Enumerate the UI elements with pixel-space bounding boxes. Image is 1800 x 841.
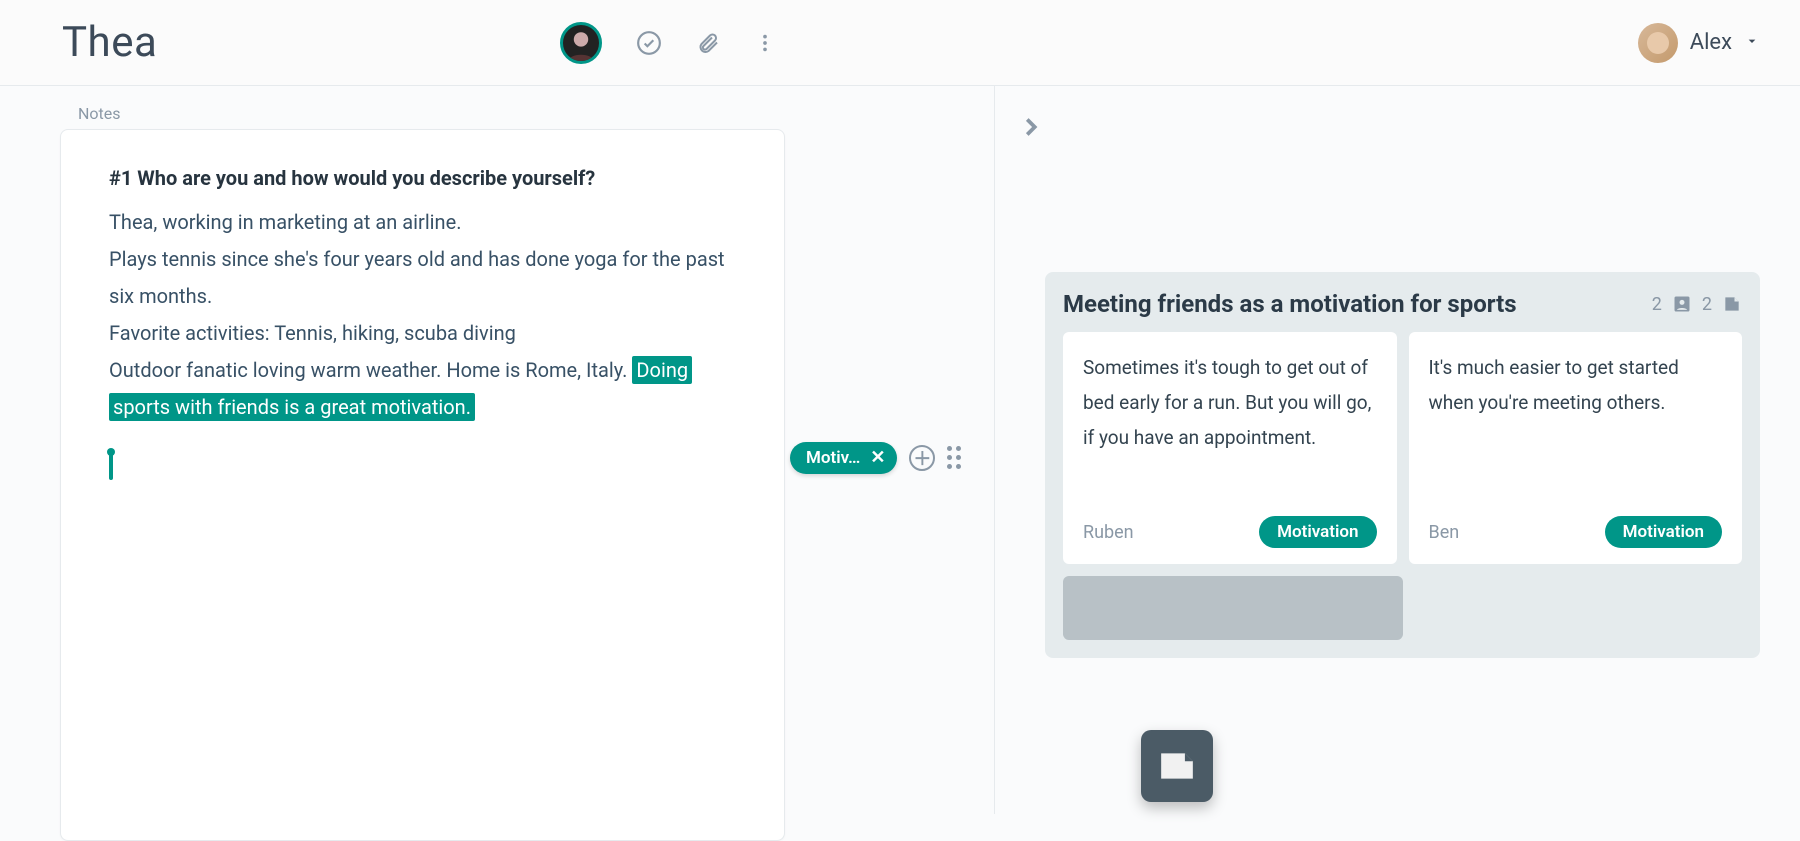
cluster-counts: 2 2 [1652,294,1742,315]
insight-text: It's much easier to get started when you… [1429,350,1723,500]
insight-cluster: Meeting friends as a motivation for spor… [1045,272,1760,658]
note-heading: #1 Who are you and how would you describ… [109,166,736,190]
text-caret [109,450,113,480]
cluster-header: Meeting friends as a motivation for spor… [1063,290,1742,318]
insight-card[interactable]: It's much easier to get started when you… [1409,332,1743,564]
check-circle-icon[interactable] [636,30,662,56]
remove-tag-icon[interactable]: ✕ [870,449,885,467]
insight-tag[interactable]: Motivation [1259,516,1376,548]
page-title: Thea [62,18,157,67]
insight-tag[interactable]: Motivation [1605,516,1722,548]
doc-count: 2 [1702,294,1712,315]
drop-zone[interactable] [1063,576,1403,640]
people-count: 2 [1652,294,1662,315]
add-tag-button[interactable]: ＋ [909,445,935,471]
app-header: Thea Alex [0,0,1800,86]
note-line: Thea, working in marketing at an airline… [109,210,461,234]
main-layout: Notes #1 Who are you and how would you d… [0,86,1800,814]
chevron-down-icon [1744,30,1760,55]
notes-column: Notes #1 Who are you and how would you d… [0,86,995,814]
insight-cards-row: Sometimes it's tough to get out of bed e… [1063,332,1742,564]
drag-handle-icon[interactable] [947,446,962,470]
insights-column: Meeting friends as a motivation for spor… [995,86,1800,814]
notes-section-label: Notes [78,104,994,123]
insight-author: Ben [1429,522,1460,543]
user-name: Alex [1690,30,1732,55]
note-line: Plays tennis since she's four years old … [109,247,725,308]
header-toolbar [560,22,776,64]
highlighted-text[interactable]: Doing [632,356,692,384]
note-card[interactable]: #1 Who are you and how would you describ… [60,129,785,841]
dragging-note-chip[interactable] [1141,730,1213,802]
user-avatar [1638,23,1678,63]
note-line: Outdoor fanatic loving warm weather. Hom… [109,358,632,382]
insight-card[interactable]: Sometimes it's tough to get out of bed e… [1063,332,1397,564]
note-line: Favorite activities: Tennis, hiking, scu… [109,321,516,345]
subject-avatar[interactable] [560,22,602,64]
user-menu[interactable]: Alex [1638,23,1760,63]
insight-author: Ruben [1083,522,1134,543]
highlighted-text[interactable]: sports with friends is a great motivatio… [109,393,475,421]
note-body[interactable]: Thea, working in marketing at an airline… [109,204,736,426]
people-icon [1672,294,1692,314]
tag-pill-label: Motiv… [806,448,860,468]
paperclip-icon[interactable] [696,30,720,56]
document-icon [1722,294,1742,314]
more-vertical-icon[interactable] [754,30,776,56]
cluster-title: Meeting friends as a motivation for spor… [1063,290,1517,318]
tag-pill[interactable]: Motiv… ✕ [790,442,897,474]
insight-text: Sometimes it's tough to get out of bed e… [1083,350,1377,500]
cluster-lower-row [1063,576,1742,640]
highlight-controls: Motiv… ✕ ＋ [790,442,962,474]
